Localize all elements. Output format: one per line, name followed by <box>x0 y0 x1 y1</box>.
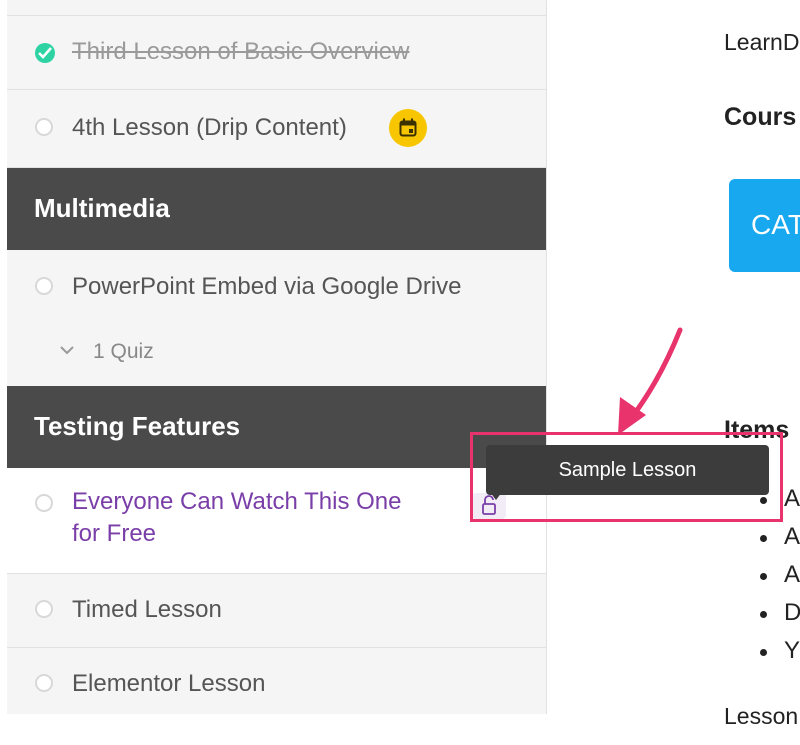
incomplete-circle-icon <box>35 494 53 512</box>
lesson-item-everyone[interactable]: Everyone Can Watch This One for Free <box>7 468 546 574</box>
tooltip-pointer <box>490 492 502 500</box>
section-title: Multimedia <box>34 193 170 223</box>
lesson-label: PowerPoint Embed via Google Drive <box>72 273 462 300</box>
lesson-label: Elementor Lesson <box>72 670 266 697</box>
main-footer-text: Lesson <box>724 703 799 729</box>
lesson-item-powerpoint[interactable]: PowerPoint Embed via Google Drive <box>7 250 546 327</box>
main-intro-text: LearnD <box>724 29 800 55</box>
incomplete-circle-icon <box>35 674 53 692</box>
section-header-testing: Testing Features <box>7 386 546 468</box>
course-sidebar: Third Lesson of Basic Overview 4th Lesso… <box>7 0 547 714</box>
lesson-label-line1: Everyone Can Watch This One <box>72 488 402 515</box>
category-button[interactable]: CAT <box>729 179 800 272</box>
incomplete-circle-icon <box>35 118 53 136</box>
section-title: Testing Features <box>34 411 241 441</box>
category-button-label: CAT <box>751 209 800 240</box>
lesson-label-line2: for Free <box>72 520 157 547</box>
sample-lesson-tooltip: Sample Lesson <box>486 445 769 495</box>
check-icon <box>35 43 55 63</box>
lesson-label: 4th Lesson (Drip Content) <box>72 114 347 141</box>
chevron-down-icon <box>60 346 74 355</box>
lesson-item-fourth[interactable]: 4th Lesson (Drip Content) <box>7 90 546 168</box>
lesson-item-elementor[interactable]: Elementor Lesson <box>7 648 546 714</box>
pointer-arrow-icon <box>618 327 683 435</box>
lesson-item-timed[interactable]: Timed Lesson <box>7 574 546 648</box>
incomplete-circle-icon <box>35 600 53 618</box>
quiz-count: 1 Quiz <box>93 340 154 363</box>
quiz-expander[interactable]: 1 Quiz <box>7 327 546 379</box>
section-header-multimedia: Multimedia <box>7 168 546 250</box>
lesson-item-third[interactable]: Third Lesson of Basic Overview <box>7 16 546 90</box>
lesson-label: Third Lesson of Basic Overview <box>72 38 410 65</box>
incomplete-circle-icon <box>35 277 53 295</box>
list-item[interactable] <box>7 0 546 16</box>
calendar-icon <box>389 109 427 147</box>
lesson-label: Timed Lesson <box>72 596 222 623</box>
tooltip-text: Sample Lesson <box>558 459 697 481</box>
course-content-heading: Cours <box>724 103 797 131</box>
